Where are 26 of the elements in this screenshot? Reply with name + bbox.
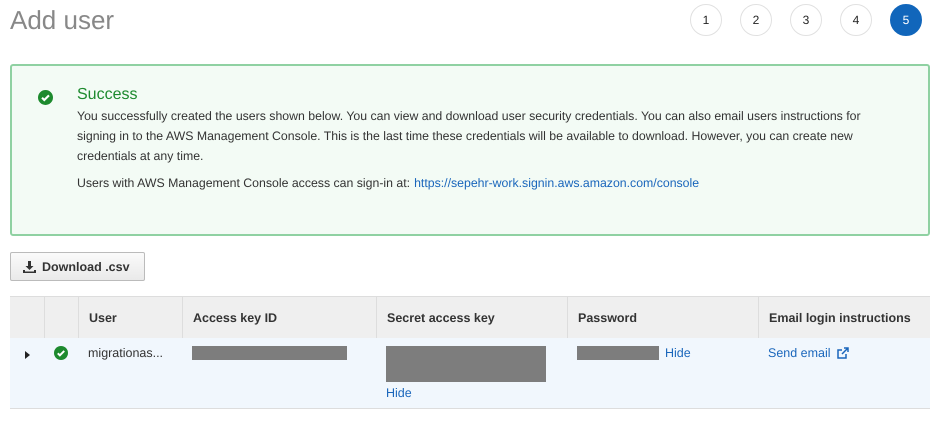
signin-text: Users with AWS Management Console access can sign-in at: xyxy=(77,176,410,190)
table-cell: migrationas... xyxy=(78,338,182,408)
page-title: Add user xyxy=(10,4,114,36)
download-icon xyxy=(23,260,36,272)
column-header: Password xyxy=(567,297,758,338)
hide-link[interactable]: Hide xyxy=(386,386,412,400)
column-header: Secret access key xyxy=(376,297,567,338)
check-circle-icon xyxy=(54,346,68,360)
step-indicator[interactable]: 5 xyxy=(890,4,922,36)
hide-link[interactable]: Hide xyxy=(665,346,691,360)
alert-message: You successfully created the users shown below. You can view and download user security credentials. You can also email users instructions for signing in to the AWS Management Console. This is the last time these credentials will be available to download. However, you can create new credentials at any time. xyxy=(77,108,862,165)
step-indicator[interactable]: 2 xyxy=(740,4,772,36)
signin-link[interactable]: https://sepehr-work.signin.aws.amazon.com/console xyxy=(414,176,700,190)
column-header: Email login instructions xyxy=(758,297,930,338)
column-header: Access key ID xyxy=(182,297,376,338)
check-circle-icon xyxy=(38,90,53,105)
external-link-icon xyxy=(836,347,849,359)
caret-right-icon[interactable] xyxy=(23,351,31,359)
alert-title: Success xyxy=(77,86,138,104)
step-indicator[interactable]: 3 xyxy=(790,4,822,36)
download-button[interactable]: Download .csv xyxy=(10,252,145,281)
step-indicator[interactable]: 4 xyxy=(840,4,872,36)
column-header xyxy=(10,297,44,338)
step-indicator[interactable]: 1 xyxy=(690,4,722,36)
send-email-link[interactable]: Send email xyxy=(768,346,831,360)
column-header: User xyxy=(78,297,182,338)
